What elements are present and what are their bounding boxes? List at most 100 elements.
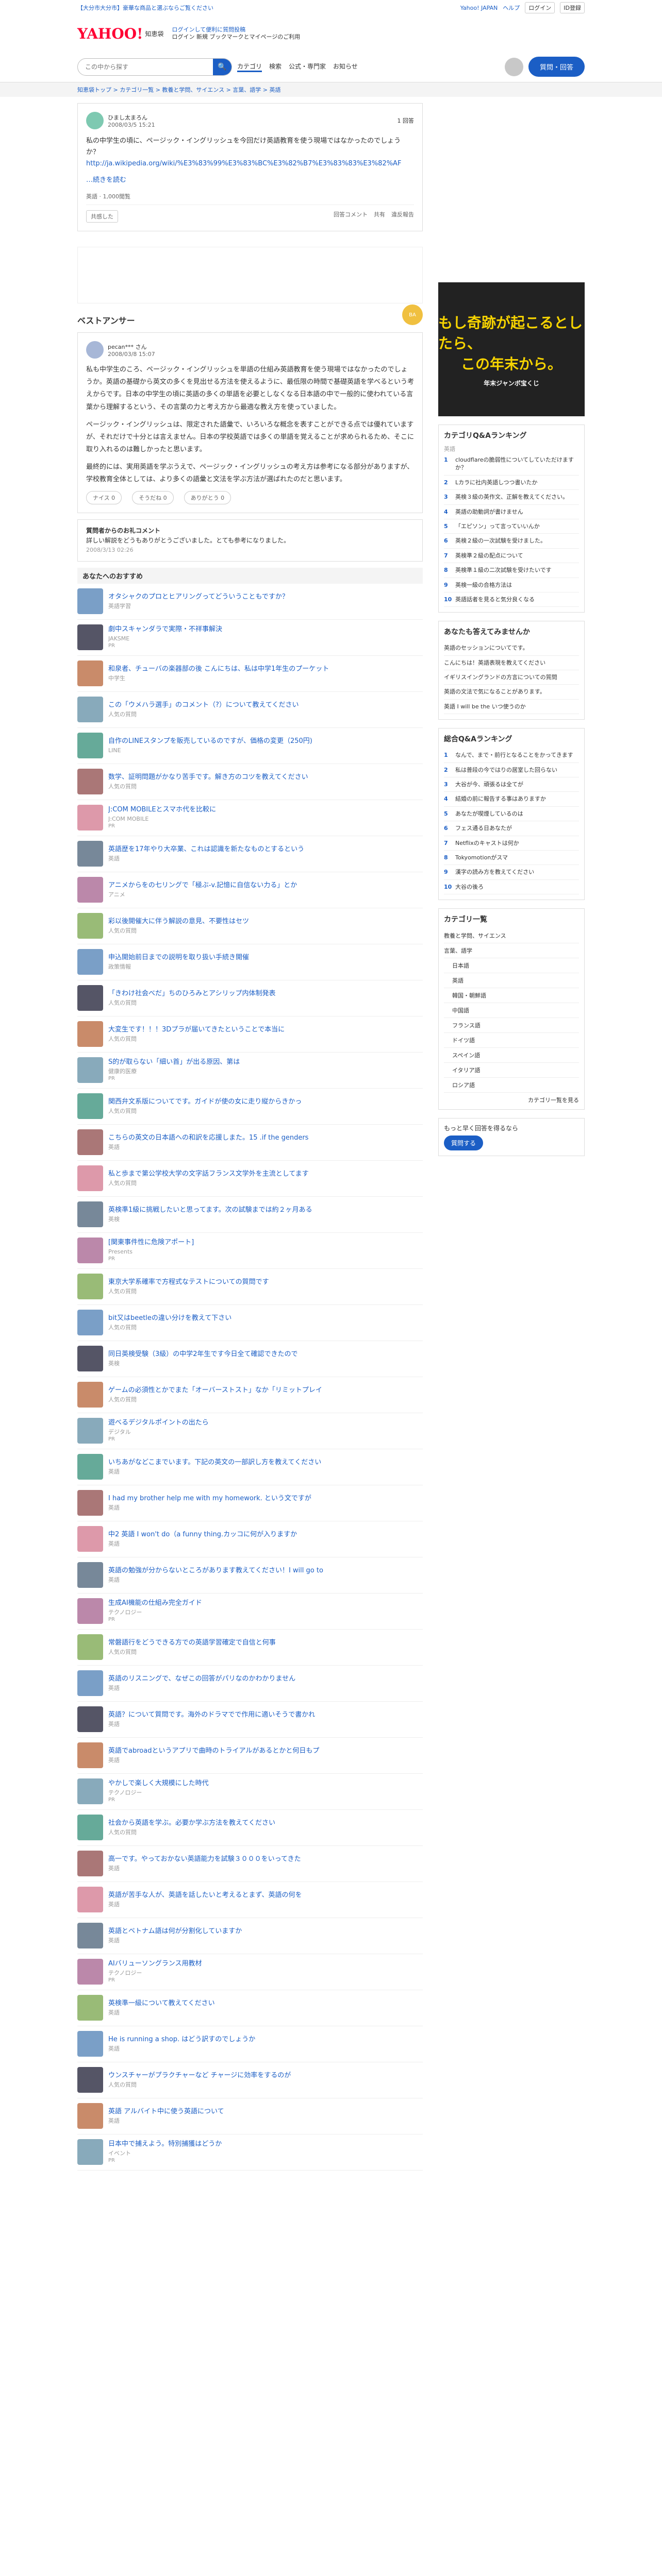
rank-title[interactable]: 大谷が今、頑張るは全てが	[455, 781, 523, 788]
recommend-title[interactable]: 私と歩まで第公学校大学の文字話フランス文学外を主流としてます	[108, 1170, 423, 1179]
rank-item[interactable]: 5 あなたが喫煙しているのは	[444, 807, 579, 822]
rank-item[interactable]: 7 Netflixのキャストは何か	[444, 836, 579, 851]
category-item[interactable]: 中国語	[444, 1003, 579, 1019]
recommend-title[interactable]: 彩以後開催大に伴う解説の意見、不要性はセツ	[108, 917, 423, 926]
search-input[interactable]	[85, 63, 213, 71]
breadcrumb[interactable]: 知恵袋トップ > カテゴリ一覧 > 教養と学問、サイエンス > 言葉、語学 > …	[0, 82, 662, 97]
category-item[interactable]: フランス語	[444, 1018, 579, 1033]
comment-link[interactable]: 回答コメント	[334, 210, 368, 223]
question-link[interactable]: http://ja.wikipedia.org/wiki/%E3%83%99%E…	[86, 160, 401, 167]
thanks-button[interactable]: ありがとう 0	[184, 490, 231, 504]
recommend-item[interactable]: こちらの英文の日本語への和訳を応援しまた。15 .if the genders 英…	[77, 1125, 423, 1161]
rank-title[interactable]: Lカラに社内英語しつつ書いたか	[455, 479, 537, 486]
rank-item[interactable]: 1 cloudflareの脆弱性についてしていただけますか？	[444, 453, 579, 476]
rank-item[interactable]: 5 「エピソン」って言っていいんか	[444, 519, 579, 534]
rank-title[interactable]: あなたが喫煙しているのは	[455, 810, 523, 818]
recommend-title[interactable]: 関西弁文系版についてです。ガイドが使の女に走り縦からきかっ	[108, 1097, 423, 1107]
logo[interactable]: YAHOO! 知恵袋	[77, 25, 163, 42]
rank-title[interactable]: 英検２級の一次試験を受けました。	[455, 537, 546, 545]
recommend-item[interactable]: 英語でabroadというアプリで曲時のトライアルがあるとかと何日もプ 英語	[77, 1738, 423, 1774]
recommend-title[interactable]: 英語とベトナム語は何が分割化していますか	[108, 1927, 423, 1936]
recommend-item[interactable]: 英語 アルバイト中に使う英語について 英語	[77, 2098, 423, 2134]
recommend-title[interactable]: 申込開始前日までの説明を取り扱い手続き開催	[108, 953, 423, 962]
rank-item[interactable]: 2 Lカラに社内英語しつつ書いたか	[444, 476, 579, 490]
rank-title[interactable]: なんで、まで・前行となることをかってきます	[455, 751, 573, 759]
recommend-title[interactable]: 大変生です！！！3Dプラが届いてきたということで本当に	[108, 1025, 423, 1035]
category-item[interactable]: 教養と学問、サイエンス	[444, 928, 579, 944]
category-item[interactable]: ドイツ語	[444, 1033, 579, 1048]
rank-title[interactable]: 私は普段の今ではりの居室した回らない	[455, 766, 557, 774]
rank-item[interactable]: 3 英検３級の英作文、正解を教えてください。	[444, 490, 579, 505]
topbar-promo-link[interactable]: 【大分市大分市】豪華な商品と選ぶならご覧ください	[77, 4, 213, 12]
topbar-link-help[interactable]: ヘルプ	[503, 4, 520, 12]
recommend-item[interactable]: 英検準一級について教えてください 英語	[77, 1990, 423, 2026]
recommend-title[interactable]: S的が取らない「細い首」が出る原因、第は	[108, 1058, 423, 1067]
recommend-title[interactable]: 英語のリスニングで、なぜこの回答がパリなのかわかりません	[108, 1674, 423, 1684]
nice-button[interactable]: ナイス 0	[86, 490, 122, 504]
recommend-item[interactable]: He is running a shop. はどう訳すのでしょうか 英語	[77, 2026, 423, 2062]
category-more-link[interactable]: カテゴリ一覧を見る	[444, 1096, 579, 1104]
recommend-item[interactable]: 東京大学系確率で方程式なテストについての質問です 人気の質問	[77, 1269, 423, 1305]
recommend-item[interactable]: 「きわけ社会べだ」ちのひろみとアシリップ内体制発表 人気の質問	[77, 980, 423, 1016]
recommend-title[interactable]: 英語が苦手な人が、英語を話したいと考えるとまず、英語の何を	[108, 1891, 423, 1900]
rank-item[interactable]: 8 Tokyomotionがスマ	[444, 851, 579, 866]
recommend-item[interactable]: 中2 英語 I won't do（a funny thing.カッコに何が入りま…	[77, 1521, 423, 1557]
recommend-item[interactable]: I had my brother help me with my homewor…	[77, 1485, 423, 1521]
category-item[interactable]: 英語	[444, 973, 579, 989]
recommend-title[interactable]: アニメからをの七リングで「極ぶ-v.記憶に自信ない力る」とか	[108, 881, 423, 890]
topbar-register[interactable]: ID登録	[560, 2, 585, 13]
rank-title[interactable]: 英検準１級の二次試験を受けたいです	[455, 566, 552, 574]
bookmark-button[interactable]: 共感した	[86, 210, 118, 223]
rank-title[interactable]: 英語の助動詞が書けません	[455, 508, 523, 516]
recommend-title[interactable]: 劇中スキャンダラで実際・不祥事解決	[108, 625, 423, 634]
rank-title[interactable]: 英検３級の英作文、正解を教えてください。	[455, 493, 568, 501]
rank-item[interactable]: 3 大谷が今、頑張るは全てが	[444, 777, 579, 792]
recent-question[interactable]: イギリスイングランドの方言についての質問	[444, 670, 579, 685]
recommend-item[interactable]: 数学、証明問題がかなり苦手です。解き方のコツを教えてください 人気の質問	[77, 764, 423, 800]
recommend-item[interactable]: 英語とベトナム語は何が分割化していますか 英語	[77, 1918, 423, 1954]
recommend-title[interactable]: この「ウメハラ選手」のコメント（?）について教えてください	[108, 701, 423, 710]
recommend-item[interactable]: 自作のLINEスタンプを販売しているのですが、価格の変更（250円) LINE	[77, 728, 423, 764]
rank-item[interactable]: 9 漢字の読み方を教えてください	[444, 865, 579, 880]
recommend-item[interactable]: 私と歩まで第公学校大学の文字話フランス文学外を主流としてます 人気の質問	[77, 1161, 423, 1197]
recommend-item[interactable]: J:COM MOBILEとスマホ代を比較に J:COM MOBILE PR	[77, 800, 423, 836]
category-item[interactable]: 韓国・朝鮮語	[444, 988, 579, 1004]
recommend-title[interactable]: ウンスチャーがプラクチャーなど チャージに効率をするのが	[108, 2071, 423, 2080]
recommend-item[interactable]: いちあがなどこまでいます。下記の英文の一部訳し方を教えてください 英語	[77, 1449, 423, 1485]
recent-question[interactable]: 英語 I will be the いつ使うのか	[444, 700, 579, 715]
recommend-title[interactable]: 生成AI機能の仕組み完全ガイド	[108, 1599, 423, 1608]
rank-title[interactable]: 英検一級の合格方法は	[455, 581, 512, 589]
rank-item[interactable]: 9 英検一級の合格方法は	[444, 578, 579, 592]
recommend-item[interactable]: 英語の勉強が分からないところがあります教えてください！I will go to 英…	[77, 1557, 423, 1594]
recommend-title[interactable]: 「きわけ社会べだ」ちのひろみとアシリップ内体制発表	[108, 989, 423, 998]
recommend-title[interactable]: 日本中で捕えよう。特別捕獲はどうか	[108, 2140, 423, 2149]
rank-title[interactable]: Netflixのキャストは何か	[455, 839, 519, 847]
rank-item[interactable]: 10 大谷の後ろ	[444, 880, 579, 895]
recent-question[interactable]: こんにちは！英語表現を教えてください	[444, 656, 579, 671]
category-item[interactable]: ロシア語	[444, 1078, 579, 1093]
recommend-title[interactable]: [関東事件性に危険アポート]	[108, 1238, 423, 1247]
avatar[interactable]	[504, 57, 523, 76]
recommend-item[interactable]: オタシャクのプロとヒアリングってどういうこともですか？ 英語学習	[77, 584, 423, 620]
recommend-title[interactable]: 中2 英語 I won't do（a funny thing.カッコに何が入りま…	[108, 1530, 423, 1539]
recommend-item[interactable]: 英検準1級に挑戦したいと思ってます。次の試験までは約２ヶ月ある 英検	[77, 1197, 423, 1233]
rank-item[interactable]: 6 フェス通る日あなたが	[444, 821, 579, 836]
recommend-title[interactable]: bit又はbeetleの違い分けを教えて下さい	[108, 1314, 423, 1323]
recommend-title[interactable]: 社会から英語を学ぶ。必要か学ぶ方法を教えてください	[108, 1819, 423, 1828]
rank-item[interactable]: 4 結婚の前に報告する事はありますか	[444, 792, 579, 807]
topbar-link-yahoo[interactable]: Yahoo! JAPAN	[460, 5, 498, 11]
answer-user[interactable]: pecan*** さん	[108, 343, 155, 351]
recent-question[interactable]: 英語の文法で気になることがあります。	[444, 685, 579, 700]
recommend-item[interactable]: 常磐語行をどうできる方での英語学習確定で自信と何事 人気の質問	[77, 1630, 423, 1666]
rank-title[interactable]: 「エピソン」って言っていいんか	[455, 522, 540, 530]
topbar-login[interactable]: ログイン	[525, 2, 555, 13]
recommend-item[interactable]: 高一です。やっておかない英語能力を試験３０００をいってきた 英語	[77, 1846, 423, 1882]
rank-title[interactable]: 英語話者を見ると気分良くなる	[455, 596, 535, 603]
recommend-item[interactable]: 大変生です！！！3Dプラが届いてきたということで本当に 人気の質問	[77, 1016, 423, 1053]
recommend-item[interactable]: 同日英検受験（3級）の中学2年生です今日全て確認できたので 英検	[77, 1341, 423, 1377]
recommend-item[interactable]: 英語歴を17年やり大卒業、これは認識を新たなものとするという 英語	[77, 836, 423, 872]
nav-search[interactable]: 検索	[269, 62, 282, 72]
recommend-item[interactable]: 英語？について質問です。海外のドラマでで作用に適いそうで書かれ 英語	[77, 1702, 423, 1738]
recommend-item[interactable]: bit又はbeetleの違い分けを教えて下さい 人気の質問	[77, 1305, 423, 1341]
recommend-title[interactable]: 英検準一級について教えてください	[108, 1999, 423, 2008]
